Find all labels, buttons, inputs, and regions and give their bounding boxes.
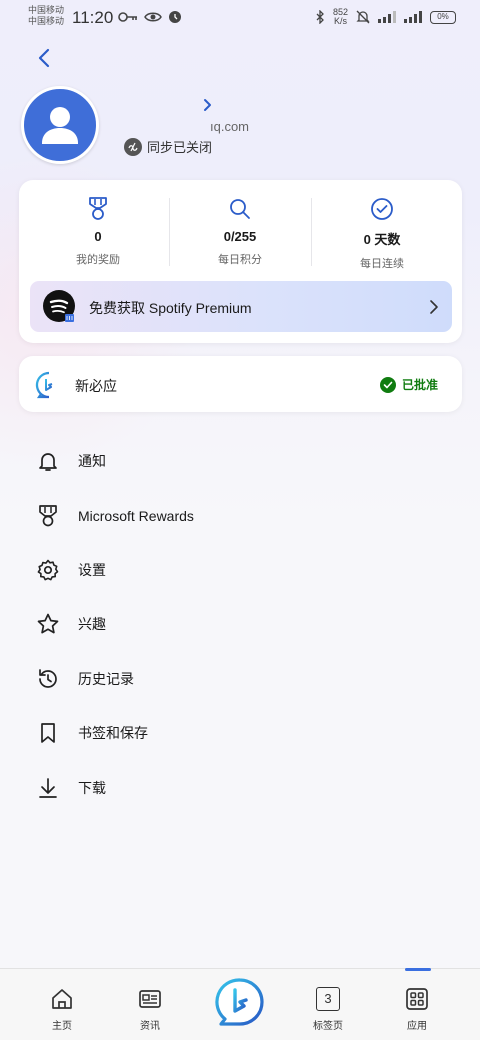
status-icons-right: 852 K/s 0% bbox=[315, 8, 456, 26]
menu-label: 通知 bbox=[78, 453, 106, 470]
medal-icon bbox=[89, 197, 107, 220]
medal-icon bbox=[39, 504, 57, 526]
nav-apps[interactable]: 应用 bbox=[377, 969, 457, 1040]
profile-chevron[interactable] bbox=[200, 96, 214, 114]
bing-chat-icon bbox=[35, 371, 63, 404]
spotify-promo-banner[interactable]: 免费获取 Spotify Premium bbox=[30, 281, 452, 332]
nav-active-indicator bbox=[405, 968, 431, 971]
menu-label: Microsoft Rewards bbox=[78, 507, 194, 524]
back-button[interactable] bbox=[30, 44, 58, 72]
download-icon bbox=[39, 777, 57, 798]
new-bing-card[interactable]: 新必应 已批准 bbox=[19, 356, 462, 412]
nav-label: 标签页 bbox=[313, 1021, 343, 1032]
chevron-right-icon bbox=[204, 99, 211, 111]
menu-item-notifications[interactable]: 通知 bbox=[0, 434, 480, 488]
rewards-stats-card: 0 我的奖励 0/255 每日积分 0 天数 每日连续 免费获取 Spotify… bbox=[19, 180, 462, 343]
alarm-icon bbox=[169, 11, 181, 23]
bing-chat-icon bbox=[215, 978, 264, 1026]
bluetooth-icon bbox=[316, 10, 324, 24]
carrier-info: 中国移动 中国移动 bbox=[28, 5, 64, 27]
approved-label: 已批准 bbox=[401, 378, 438, 392]
menu-item-bookmarks[interactable]: 书签和保存 bbox=[0, 706, 480, 760]
stat-daily-points[interactable]: 0/255 每日积分 bbox=[170, 196, 310, 267]
stat-daily-streak[interactable]: 0 天数 每日连续 bbox=[312, 196, 452, 271]
status-bar: 中国移动 中国移动 11:20 852 K/s 0% bbox=[0, 0, 480, 36]
menu-item-microsoft-rewards[interactable]: Microsoft Rewards bbox=[0, 488, 480, 542]
promo-text: 免费获取 Spotify Premium bbox=[89, 300, 252, 316]
stat-label: 每日积分 bbox=[218, 254, 262, 266]
carrier-1: 中国移动 bbox=[28, 5, 65, 15]
avatar[interactable] bbox=[21, 86, 99, 164]
menu-label: 书签和保存 bbox=[78, 725, 148, 742]
nav-label: 主页 bbox=[52, 1021, 72, 1032]
home-icon bbox=[52, 989, 72, 1009]
star-icon bbox=[37, 614, 59, 634]
menu-label: 历史记录 bbox=[78, 670, 134, 687]
history-icon bbox=[39, 668, 57, 688]
bing-chat-button[interactable] bbox=[215, 977, 265, 1027]
battery-indicator: 0% bbox=[430, 10, 456, 24]
stat-label: 我的奖励 bbox=[76, 254, 120, 266]
sync-status[interactable]: 同步已关闭 bbox=[124, 137, 212, 156]
status-icons-left bbox=[118, 10, 182, 24]
account-email: ıq.com bbox=[210, 119, 250, 134]
new-bing-title: 新必应 bbox=[75, 378, 117, 394]
carrier-2: 中国移动 bbox=[28, 16, 65, 26]
chevron-left-icon bbox=[38, 48, 50, 68]
nav-home[interactable]: 主页 bbox=[22, 969, 102, 1040]
nav-tabs[interactable]: 3 标签页 bbox=[288, 969, 368, 1040]
stat-my-rewards[interactable]: 0 我的奖励 bbox=[28, 196, 168, 267]
check-circle-icon bbox=[371, 198, 393, 220]
check-circle-filled-icon bbox=[379, 376, 396, 393]
sync-status-label: 同步已关闭 bbox=[147, 140, 213, 155]
search-icon bbox=[230, 199, 250, 219]
nav-news[interactable]: 资讯 bbox=[110, 969, 190, 1040]
nav-label: 应用 bbox=[407, 1021, 427, 1032]
signal-icon-1 bbox=[378, 11, 396, 23]
eye-icon bbox=[144, 12, 162, 22]
news-icon bbox=[139, 990, 161, 1008]
net-speed: 852 K/s bbox=[333, 8, 348, 26]
key-icon bbox=[118, 12, 137, 22]
bell-icon bbox=[39, 453, 57, 472]
stat-value: 0 bbox=[94, 229, 102, 244]
nav-label: 资讯 bbox=[140, 1021, 160, 1032]
apps-grid-icon bbox=[406, 988, 428, 1010]
menu-label: 设置 bbox=[78, 561, 106, 578]
menu-label: 兴趣 bbox=[78, 616, 106, 633]
stat-value: 0 天数 bbox=[363, 232, 401, 247]
menu-item-settings[interactable]: 设置 bbox=[0, 543, 480, 597]
approved-badge: 已批准 bbox=[379, 376, 438, 393]
menu-item-history[interactable]: 历史记录 bbox=[0, 652, 480, 706]
gear-icon bbox=[37, 559, 59, 581]
person-icon bbox=[42, 107, 78, 144]
chevron-right-icon bbox=[426, 298, 440, 321]
bookmark-icon bbox=[41, 723, 55, 743]
spotify-icon bbox=[43, 290, 75, 322]
net-speed-unit: K/s bbox=[333, 16, 347, 26]
stat-value: 0/255 bbox=[223, 229, 257, 244]
menu-item-interests[interactable]: 兴趣 bbox=[0, 597, 480, 651]
stat-label: 每日连续 bbox=[360, 258, 404, 270]
menu-list: 通知 Microsoft Rewards 设置 兴趣 历史记录 书签和保存 下载 bbox=[0, 434, 480, 815]
mute-icon bbox=[356, 10, 370, 24]
menu-label: 下载 bbox=[78, 779, 106, 796]
signal-icon-2 bbox=[404, 11, 422, 23]
clock: 11:20 bbox=[72, 8, 114, 27]
tab-count: 3 bbox=[316, 987, 340, 1011]
sync-off-icon bbox=[124, 137, 142, 156]
menu-item-downloads[interactable]: 下载 bbox=[0, 760, 480, 814]
